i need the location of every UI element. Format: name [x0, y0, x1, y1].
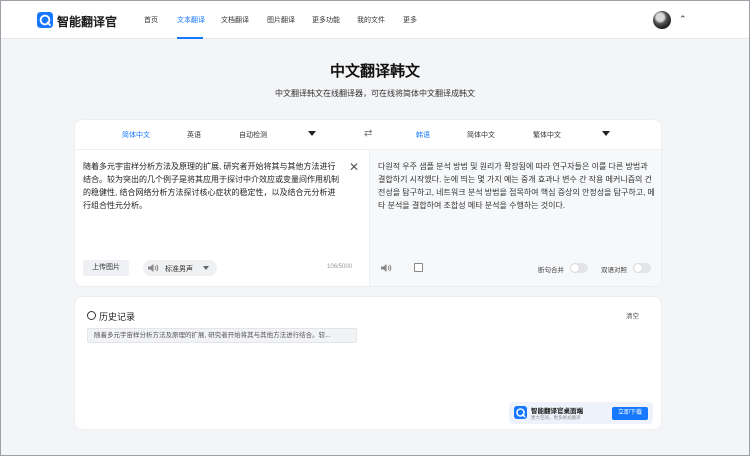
nav-link-doc-translate[interactable]: 文档翻译 [221, 15, 249, 25]
clear-history-button[interactable]: 清空 [626, 310, 639, 320]
target-lang-simplified-chinese[interactable]: 简体中文 [467, 130, 495, 140]
history-title: 历史记录 [99, 312, 136, 322]
nav-link-more[interactable]: 更多 [403, 15, 417, 25]
target-lang-korean[interactable]: 韩语 [416, 130, 430, 140]
source-lang-auto-detect[interactable]: 自动检测 [239, 130, 267, 140]
bilingual-label: 双语对照 [601, 267, 627, 274]
history-panel: 历史记录 清空 随着多元宇宙样分析方法及原理的扩展, 研究者开始将其与其他方法进… [74, 296, 662, 430]
source-text-input[interactable]: 随着多元宇宙样分析方法及原理的扩展, 研究者开始将其与其他方法进行结合。较为突出… [83, 160, 343, 212]
download-now-button[interactable]: 立即下载 [612, 407, 648, 420]
bilingual-toggle[interactable] [633, 263, 651, 273]
nav-link-my-files[interactable]: 我的文件 [357, 15, 385, 25]
clear-text-icon[interactable]: ✕ [349, 160, 359, 174]
history-item[interactable]: 随着多元宇宙样分析方法及原理的扩展, 研究者开始将其与其他方法进行结合。较... [87, 328, 357, 343]
speaker-icon[interactable] [147, 263, 159, 273]
target-lang-traditional-chinese[interactable]: 繁体中文 [533, 130, 561, 140]
active-tab-indicator [177, 37, 203, 39]
copy-icon[interactable] [414, 263, 423, 272]
app-logo-icon[interactable] [37, 12, 53, 28]
voice-label: 标准男声 [165, 266, 193, 273]
target-panel: 다원적 우주 샘플 분석 방법 및 원리가 확장됨에 따라 연구자들은 이를 다… [369, 150, 661, 286]
voice-dropdown-icon [203, 266, 209, 270]
target-lang-dropdown-icon[interactable] [602, 131, 610, 136]
top-nav: 智能翻译官 首页 文本翻译 文档翻译 图片翻译 更多功能 我的文件 更多 ⌃ [1, 1, 749, 39]
promo-title: 智能翻译官桌面端 [531, 408, 583, 415]
history-clock-icon [87, 311, 96, 320]
merge-sentences-label: 断句合并 [538, 267, 564, 274]
translator-card: 简体中文 英语 自动检测 ⇄ 韩语 简体中文 繁体中文 随着多元宇宙样分析方法及… [74, 119, 662, 287]
swap-languages-icon[interactable]: ⇄ [364, 128, 372, 139]
speaker-icon[interactable] [380, 263, 392, 273]
nav-link-more-features[interactable]: 更多功能 [312, 15, 340, 25]
source-panel: 随着多元宇宙样分析方法及原理的扩展, 研究者开始将其与其他方法进行结合。较为突出… [75, 150, 369, 286]
page-title: 中文翻译韩文 [329, 63, 420, 80]
nav-link-home[interactable]: 首页 [144, 15, 158, 25]
character-counter: 106/5000 [327, 264, 353, 270]
chevron-up-icon[interactable]: ⌃ [679, 14, 687, 25]
nav-link-text-translate[interactable]: 文本翻译 [177, 15, 205, 25]
desktop-promo-banner: 智能翻译官桌面端 更大空间，更多格式翻译 立即下载 [509, 402, 653, 424]
page-subtitle: 中文翻译韩文在线翻译器，可在线将简体中文翻译成韩文 [275, 89, 475, 98]
source-lang-english[interactable]: 英语 [187, 130, 201, 140]
translated-text: 다원적 우주 샘플 분석 방법 및 원리가 확장됨에 따라 연구자들은 이를 다… [378, 162, 655, 210]
language-bar: 简体中文 英语 自动检测 ⇄ 韩语 简体中文 繁体中文 [75, 120, 661, 150]
app-logo-icon [514, 406, 527, 419]
voice-select[interactable]: 标准男声 [143, 260, 217, 276]
nav-link-image-translate[interactable]: 图片翻译 [267, 15, 295, 25]
avatar[interactable] [653, 11, 671, 29]
merge-sentences-toggle[interactable] [570, 263, 588, 273]
promo-subtitle: 更大空间，更多格式翻译 [531, 415, 581, 420]
source-lang-simplified-chinese[interactable]: 简体中文 [122, 130, 150, 140]
source-lang-dropdown-icon[interactable] [308, 131, 316, 136]
brand-name[interactable]: 智能翻译官 [57, 13, 117, 30]
upload-image-button[interactable]: 上传图片 [83, 260, 129, 276]
